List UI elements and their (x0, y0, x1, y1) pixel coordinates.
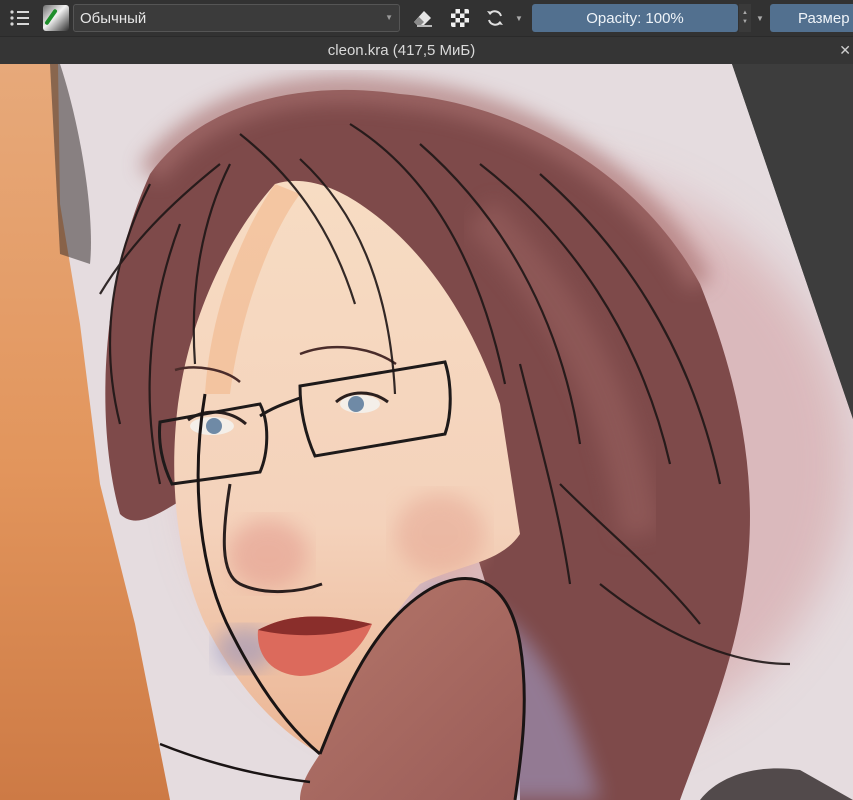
eraser-icon[interactable] (408, 3, 438, 33)
size-slider[interactable]: Размер (770, 4, 853, 32)
chevron-down-icon: ▼ (385, 13, 393, 22)
chevron-up-icon[interactable]: ▲ (742, 9, 748, 18)
opacity-slider[interactable]: Opacity: 100% (532, 4, 738, 32)
chevron-down-icon[interactable]: ▼ (742, 18, 748, 27)
artwork-painting (0, 64, 853, 800)
reload-preset-icon[interactable] (480, 3, 510, 33)
brush-options-icon[interactable] (4, 3, 36, 33)
close-icon[interactable]: ✕ (839, 42, 851, 59)
opacity-label: Opacity: 100% (586, 9, 684, 27)
chevron-down-icon[interactable]: ▼ (512, 3, 526, 33)
canvas[interactable] (0, 64, 853, 800)
brush-preset-button[interactable] (40, 3, 72, 33)
document-title[interactable]: cleon.kra (417,5 МиБ) (328, 42, 475, 59)
brush-preset-icon (43, 5, 69, 31)
opacity-spinbox-arrows[interactable]: ▲ ▼ (739, 4, 751, 32)
size-label: Размер (798, 9, 850, 27)
blend-mode-select[interactable]: Обычный ▼ (73, 4, 400, 32)
blend-mode-value: Обычный (80, 9, 147, 27)
brush-toolbar: Обычный ▼ ▼ Opacity: 100% ▲ ▼ ▼ Размер (0, 0, 853, 36)
chevron-down-icon[interactable]: ▼ (754, 3, 766, 33)
document-tab-bar: cleon.kra (417,5 МиБ) ✕ (0, 36, 853, 64)
preserve-alpha-icon[interactable] (446, 3, 474, 33)
